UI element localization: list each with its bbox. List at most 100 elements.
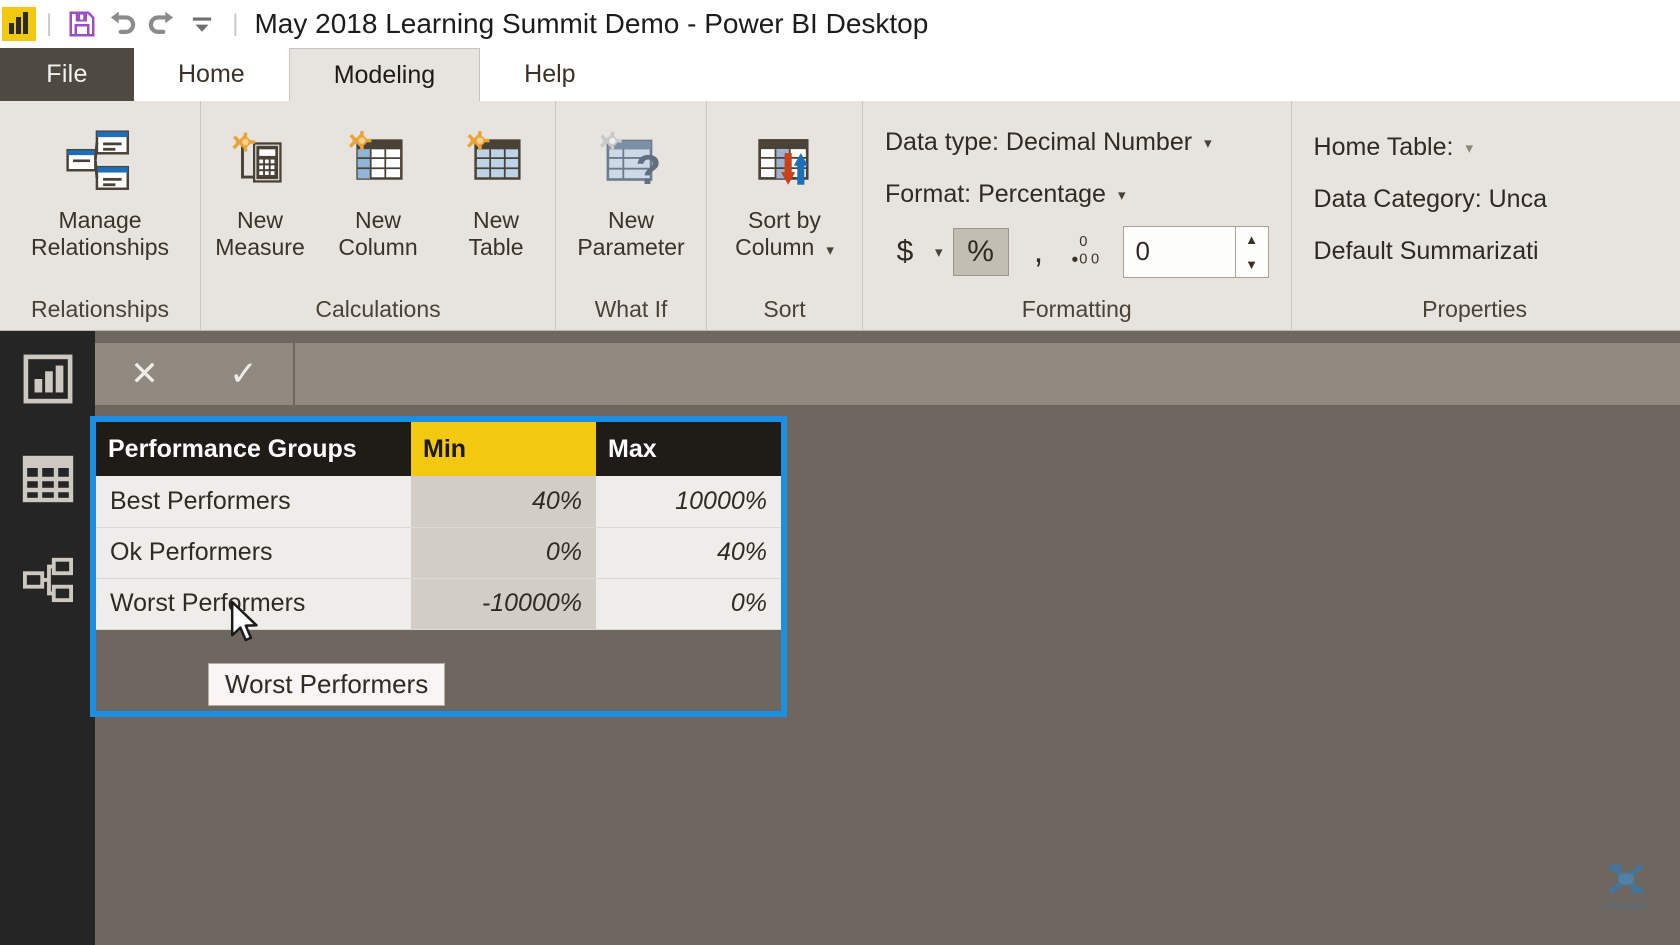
- column-header-min[interactable]: Min: [411, 422, 596, 476]
- tab-file[interactable]: File: [0, 48, 134, 101]
- format-label: Format: Percentage: [885, 180, 1106, 208]
- label-line-1: New: [236, 207, 283, 233]
- tab-home[interactable]: Home: [134, 48, 289, 101]
- ribbon: Manage Relationships Relationships New M…: [0, 101, 1680, 331]
- new-parameter-button[interactable]: ? New Parameter: [556, 115, 706, 264]
- save-icon[interactable]: [62, 4, 102, 44]
- cell-min[interactable]: 0%: [411, 527, 596, 579]
- accept-icon[interactable]: ✓: [194, 343, 293, 405]
- chevron-down-icon[interactable]: ▾: [826, 242, 834, 259]
- ribbon-group-properties: Home Table: ▾ Data Category: Unca Defaul…: [1290, 101, 1569, 330]
- percent-format-button[interactable]: %: [952, 227, 1009, 276]
- sidebar-item-report-view[interactable]: [0, 331, 95, 431]
- table-row[interactable]: Best Performers 40% 10000%: [96, 476, 781, 528]
- label-line-2: Column: [735, 233, 815, 260]
- currency-format-button[interactable]: $: [885, 228, 925, 276]
- chevron-down-icon[interactable]: ▾: [1465, 139, 1473, 157]
- label-line-1: New: [472, 207, 519, 233]
- stepper-buttons[interactable]: ▲ ▼: [1234, 225, 1269, 278]
- decimal-places-input[interactable]: 0: [1122, 225, 1235, 278]
- data-category-label: Data Category: Unca: [1313, 185, 1547, 213]
- table-grid-icon: [22, 453, 74, 510]
- manage-relationships-label: Manage Relationships: [31, 207, 169, 260]
- new-column-button[interactable]: New Column: [319, 115, 437, 264]
- svg-text:0: 0: [1079, 234, 1087, 250]
- tab-modeling[interactable]: Modeling: [288, 48, 481, 101]
- ribbon-group-label-relationships: Relationships: [30, 295, 170, 322]
- cell-max[interactable]: 0%: [596, 578, 781, 630]
- sort-by-column-label: Sort by Column ▾: [735, 207, 834, 260]
- new-table-button[interactable]: New Table: [437, 115, 555, 264]
- cancel-icon[interactable]: ✕: [95, 343, 194, 405]
- window-title: May 2018 Learning Summit Demo - Power BI…: [254, 8, 929, 39]
- undo-icon[interactable]: [102, 4, 142, 44]
- channel-logo-icon: [1603, 862, 1649, 901]
- formula-bar-buttons: ✕ ✓: [95, 343, 295, 405]
- mouse-pointer-icon: [230, 600, 260, 646]
- new-parameter-label: New Parameter: [577, 207, 684, 260]
- label-line-2: Column: [338, 233, 418, 260]
- new-measure-label: New Measure: [215, 207, 304, 260]
- stepper-up-icon[interactable]: ▲: [1236, 227, 1268, 252]
- title-bar: | | May 2018 Learning Summit Demo - Powe…: [0, 0, 1680, 48]
- label-line-2: Relationships: [30, 233, 170, 260]
- bar-chart-icon: [23, 354, 73, 409]
- cell-group-name[interactable]: Ok Performers: [96, 527, 411, 579]
- sort-by-column-icon: [747, 119, 823, 203]
- new-column-icon: [343, 119, 413, 203]
- svg-text:0: 0: [1091, 252, 1099, 268]
- data-category-row[interactable]: Data Category: Unca: [1314, 178, 1547, 222]
- cell-max[interactable]: 10000%: [596, 476, 781, 528]
- ribbon-group-sort: Sort by Column ▾ Sort: [706, 101, 862, 330]
- default-summarization-label: Default Summarizati: [1313, 237, 1539, 265]
- default-summarization-row[interactable]: Default Summarizati: [1314, 230, 1539, 274]
- label-line-1: New: [607, 207, 654, 233]
- label-line-1: Sort by: [748, 207, 821, 233]
- cell-max[interactable]: 40%: [596, 527, 781, 579]
- manage-relationships-button[interactable]: Manage Relationships: [0, 115, 200, 264]
- column-header-max[interactable]: Max: [596, 422, 781, 476]
- new-measure-button[interactable]: New Measure: [201, 115, 319, 264]
- new-column-label: New Column: [338, 207, 417, 260]
- home-table-row[interactable]: Home Table: ▾: [1314, 126, 1473, 170]
- cell-min[interactable]: 40%: [411, 476, 596, 528]
- manage-relationships-icon: [63, 119, 137, 203]
- channel-watermark: SUBSCRIBE: [1596, 862, 1656, 918]
- cell-min[interactable]: -10000%: [411, 578, 596, 630]
- tab-help[interactable]: Help: [480, 48, 619, 101]
- formula-input[interactable]: [295, 343, 1680, 405]
- format-row[interactable]: Format: Percentage ▾: [885, 173, 1125, 217]
- ribbon-group-label-properties: Properties: [1422, 295, 1527, 322]
- column-header-performance-groups[interactable]: Performance Groups: [96, 422, 411, 476]
- chevron-down-icon[interactable]: ▾: [935, 243, 943, 261]
- redo-icon[interactable]: [142, 4, 182, 44]
- thousands-separator-button[interactable]: ,: [1019, 228, 1059, 276]
- chevron-down-icon[interactable]: ▾: [1118, 186, 1126, 204]
- ribbon-group-label-formatting: Formatting: [1021, 295, 1132, 322]
- sort-by-column-button[interactable]: Sort by Column ▾: [707, 115, 862, 264]
- ribbon-group-calculations: New Measure New Column New Table Calcula…: [200, 101, 555, 330]
- svg-text:0: 0: [1079, 252, 1087, 268]
- chevron-down-icon[interactable]: ▾: [1204, 134, 1212, 152]
- customize-quick-access-icon[interactable]: [182, 4, 222, 44]
- view-switcher-rail: [0, 331, 95, 945]
- formula-bar: ✕ ✓: [95, 343, 1680, 405]
- cell-tooltip: Worst Performers: [208, 663, 446, 706]
- sidebar-item-data-view[interactable]: [0, 431, 95, 531]
- decimal-places-icon[interactable]: 0 0 0: [1069, 229, 1113, 274]
- relationships-icon: [22, 554, 73, 609]
- cell-group-name[interactable]: Best Performers: [96, 476, 411, 528]
- decimal-places-stepper[interactable]: 0 ▲ ▼: [1122, 225, 1269, 278]
- ribbon-group-label-sort: Sort: [763, 295, 806, 322]
- data-type-label: Data type: Decimal Number: [885, 128, 1193, 156]
- label-line-1: Manage: [58, 207, 142, 233]
- label-line-2: Parameter: [577, 233, 685, 260]
- table-row[interactable]: Ok Performers 0% 40%: [96, 527, 781, 579]
- stepper-down-icon[interactable]: ▼: [1236, 252, 1268, 277]
- data-type-row[interactable]: Data type: Decimal Number ▾: [885, 121, 1212, 165]
- ribbon-group-what-if: ? New Parameter What If: [555, 101, 706, 330]
- table-row[interactable]: Worst Performers -10000% 0%: [96, 578, 781, 630]
- sidebar-item-model-view[interactable]: [0, 531, 95, 631]
- new-table-icon: [461, 119, 531, 203]
- power-bi-logo-icon: [2, 7, 36, 41]
